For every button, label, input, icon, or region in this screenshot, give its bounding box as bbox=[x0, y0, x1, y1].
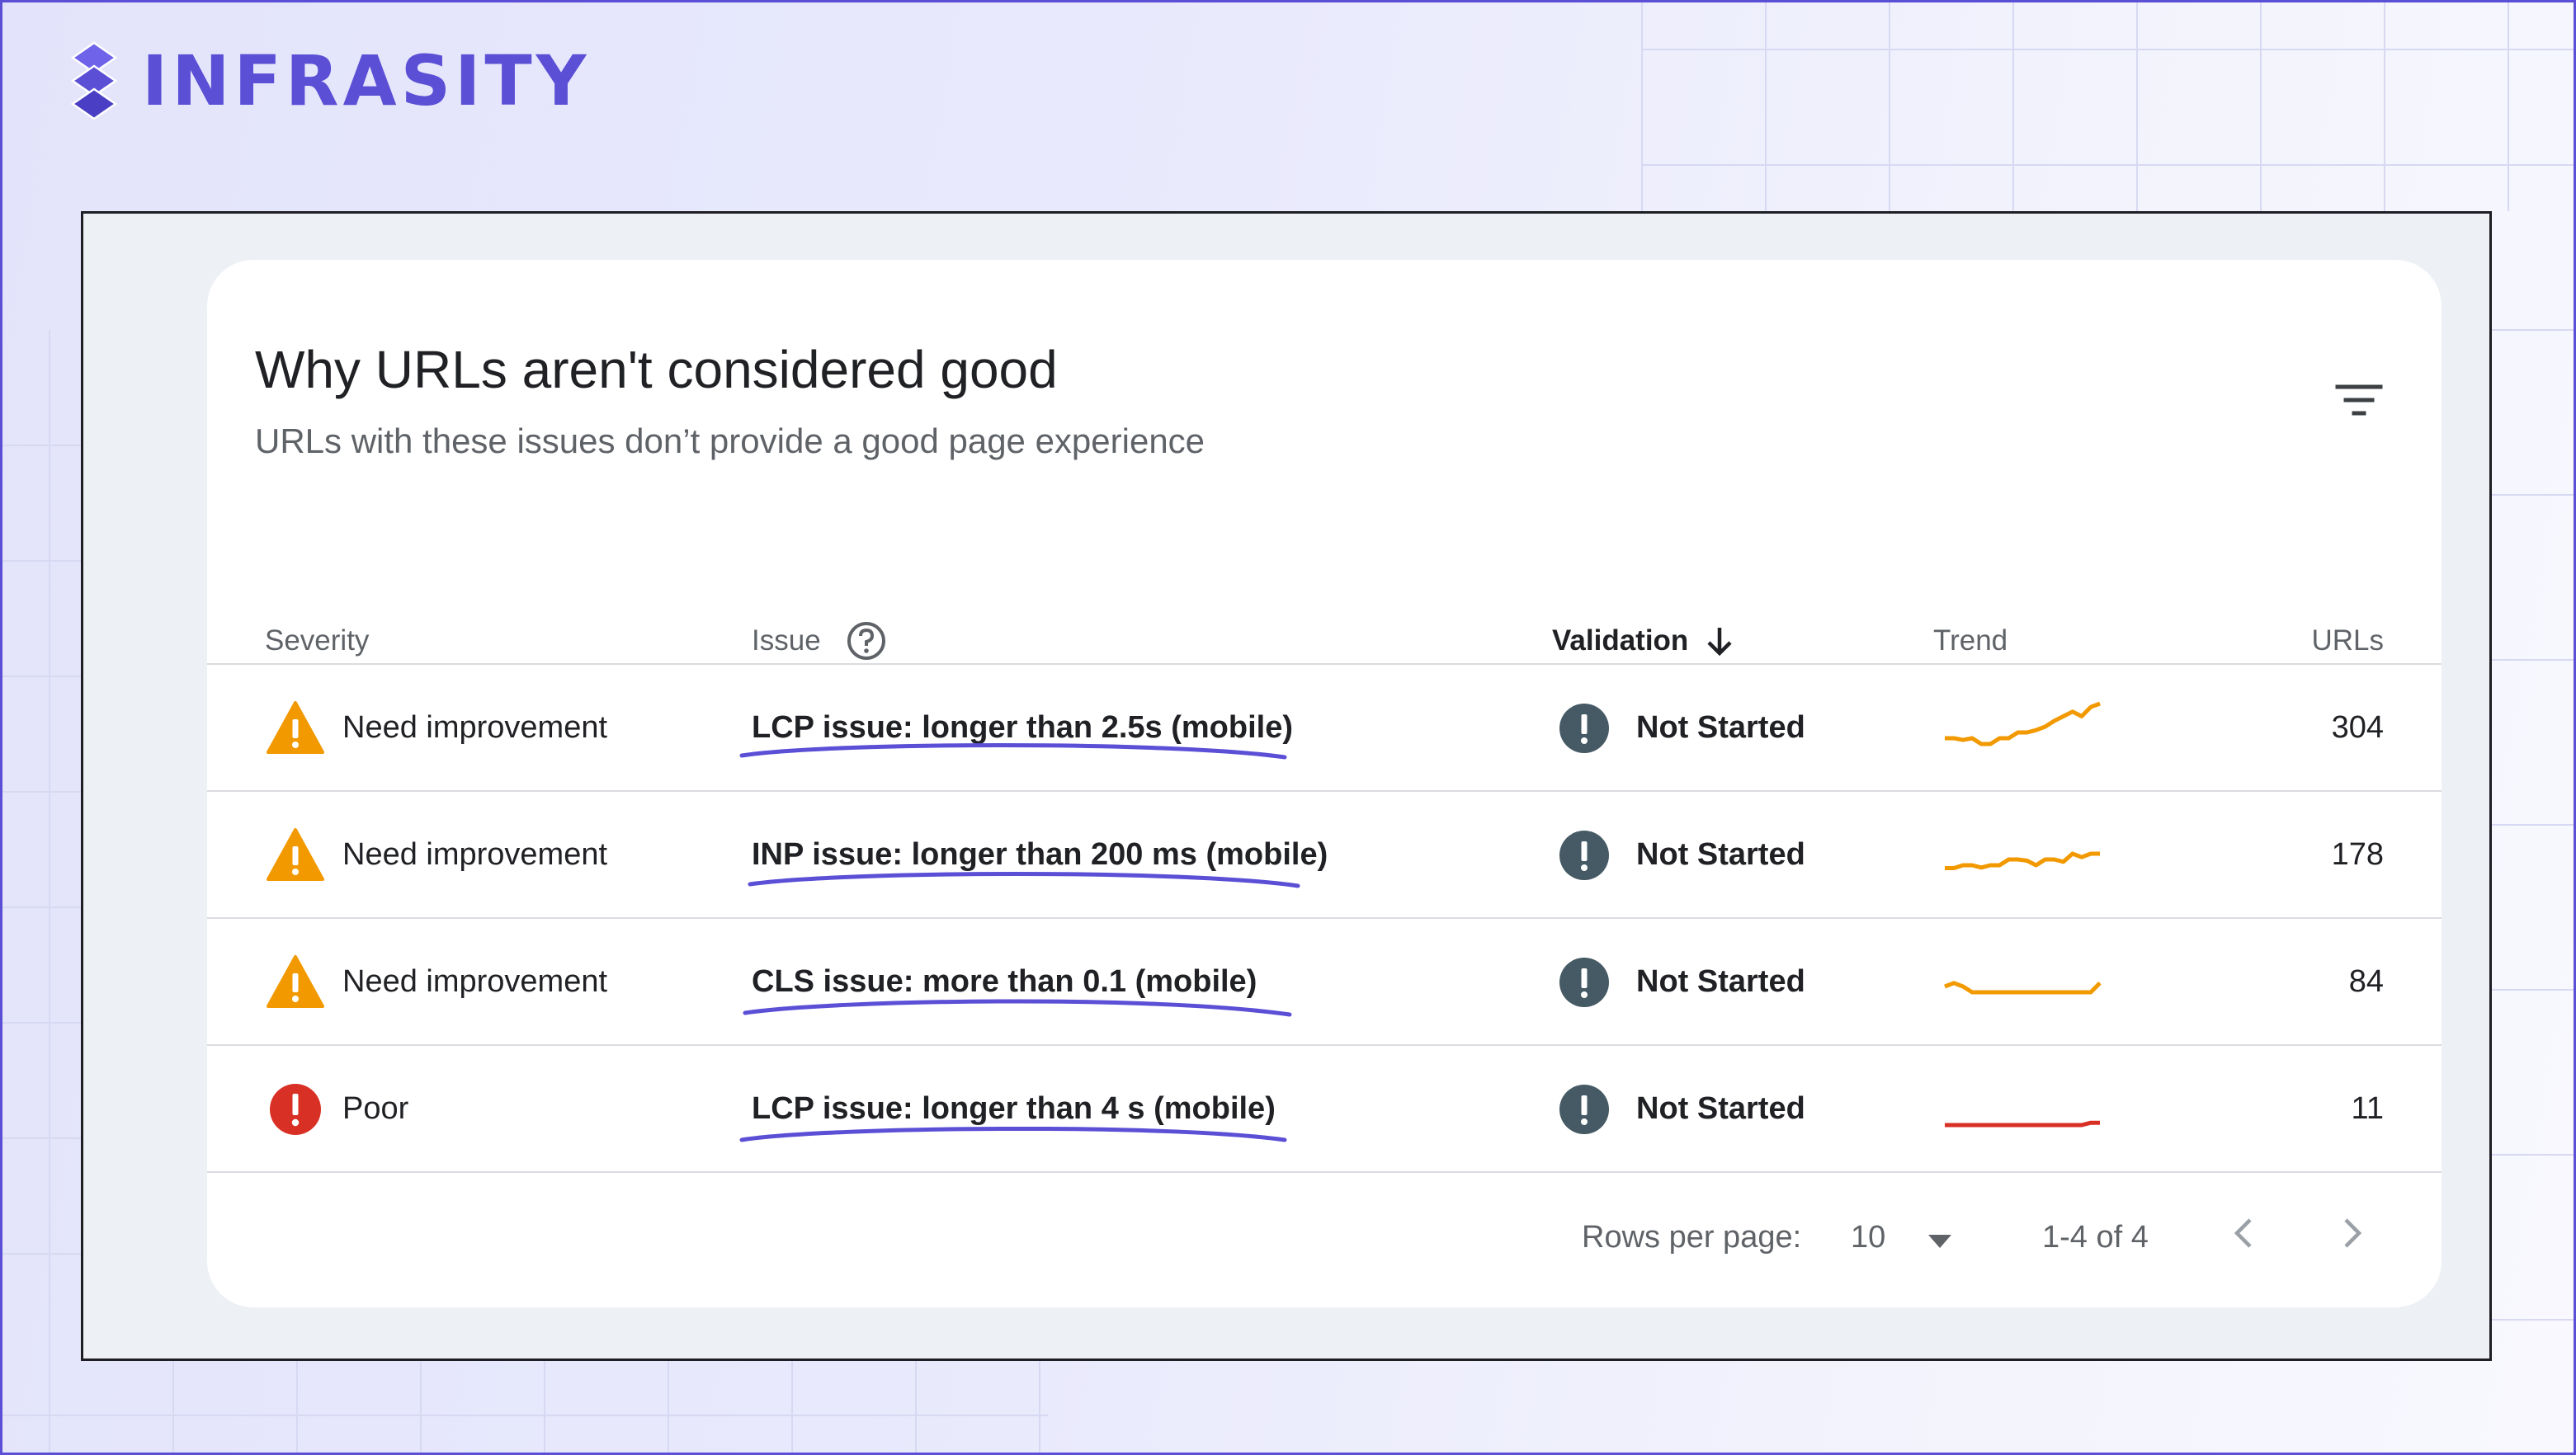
warning-triangle-icon bbox=[267, 955, 324, 1008]
trend-sparkline bbox=[1945, 851, 2100, 870]
caret-down-icon[interactable] bbox=[1923, 1228, 1956, 1253]
header-trend: Trend bbox=[1933, 616, 2007, 666]
pagination-range: 1-4 of 4 bbox=[2042, 1220, 2149, 1255]
validation-status: Not Started bbox=[1636, 1091, 1805, 1126]
trend-line bbox=[1944, 981, 2102, 995]
header-issue-label: Issue bbox=[752, 624, 821, 657]
severity-label: Need improvement bbox=[342, 710, 608, 745]
header-severity[interactable]: Severity bbox=[265, 616, 369, 666]
trend-line bbox=[1945, 1120, 2100, 1128]
trend-sparkline bbox=[1944, 981, 2102, 995]
search-console-screenshot: Why URLs aren't considered good URLs wit… bbox=[81, 211, 2492, 1361]
warning-triangle-icon bbox=[267, 828, 324, 881]
brand: INFRASITY bbox=[64, 41, 591, 120]
trend-sparkline bbox=[1945, 1120, 2100, 1128]
card-subtitle: URLs with these issues don’t provide a g… bbox=[255, 421, 1205, 460]
table-row[interactable]: Need improvement INP issue: longer than … bbox=[207, 792, 2442, 919]
issue-label[interactable]: INP issue: longer than 200 ms (mobile) bbox=[752, 837, 1328, 873]
pen-underline bbox=[743, 999, 1292, 1017]
trend-sparkline bbox=[1945, 701, 2101, 746]
rows-per-page-select[interactable]: 10 bbox=[1851, 1220, 1885, 1255]
url-count: 178 bbox=[2331, 837, 2384, 872]
warning-triangle-icon bbox=[267, 701, 324, 754]
url-count: 84 bbox=[2348, 964, 2384, 999]
issue-label[interactable]: CLS issue: more than 0.1 (mobile) bbox=[752, 964, 1257, 1000]
pen-underline bbox=[739, 743, 1287, 760]
error-circle-icon bbox=[270, 1084, 321, 1135]
brand-wordmark: INFRASITY bbox=[142, 40, 591, 121]
table-row[interactable]: Need improvement LCP issue: longer than … bbox=[207, 665, 2442, 792]
severity-label: Need improvement bbox=[342, 964, 608, 999]
validation-status: Not Started bbox=[1636, 710, 1805, 745]
severity-label: Need improvement bbox=[342, 837, 608, 872]
header-trend-label: Trend bbox=[1933, 624, 2008, 657]
header-urls[interactable]: URLs bbox=[2311, 616, 2384, 666]
chevron-right-icon[interactable] bbox=[2326, 1208, 2375, 1258]
pen-underline bbox=[739, 1126, 1287, 1142]
info-exclamation-icon bbox=[1559, 831, 1609, 880]
pen-underline bbox=[748, 872, 1300, 888]
info-exclamation-icon bbox=[1559, 958, 1609, 1007]
trend-line bbox=[1945, 701, 2101, 746]
filter-list-icon[interactable] bbox=[2326, 367, 2392, 433]
rows-per-page-label: Rows per page: bbox=[1582, 1220, 1802, 1255]
url-count: 11 bbox=[2351, 1091, 2384, 1126]
card-title: Why URLs aren't considered good bbox=[255, 340, 1058, 399]
severity-label: Poor bbox=[342, 1091, 409, 1126]
header-validation[interactable]: Validation bbox=[1552, 616, 1736, 666]
validation-status: Not Started bbox=[1636, 837, 1805, 872]
validation-status: Not Started bbox=[1636, 964, 1805, 999]
url-count: 304 bbox=[2331, 710, 2384, 745]
arrow-down-icon bbox=[1707, 628, 1732, 657]
header-severity-label: Severity bbox=[265, 624, 370, 657]
table-row[interactable]: Need improvement CLS issue: more than 0.… bbox=[207, 919, 2442, 1046]
info-exclamation-icon bbox=[1559, 1085, 1609, 1134]
issue-label[interactable]: LCP issue: longer than 4 s (mobile) bbox=[752, 1091, 1276, 1127]
trend-line bbox=[1945, 851, 2100, 870]
header-issue[interactable]: Issue bbox=[752, 616, 887, 666]
chevron-left-icon[interactable] bbox=[2220, 1208, 2270, 1258]
issue-label[interactable]: LCP issue: longer than 2.5s (mobile) bbox=[752, 710, 1293, 746]
help-circle-icon[interactable] bbox=[846, 620, 887, 662]
header-urls-label: URLs bbox=[2311, 624, 2384, 657]
table-row[interactable]: Poor LCP issue: longer than 4 s (mobile)… bbox=[207, 1046, 2442, 1173]
infrasity-logo-icon bbox=[70, 41, 118, 120]
info-exclamation-icon bbox=[1559, 704, 1609, 753]
issues-card: Why URLs aren't considered good URLs wit… bbox=[207, 260, 2442, 1307]
header-validation-label: Validation bbox=[1552, 624, 1689, 657]
